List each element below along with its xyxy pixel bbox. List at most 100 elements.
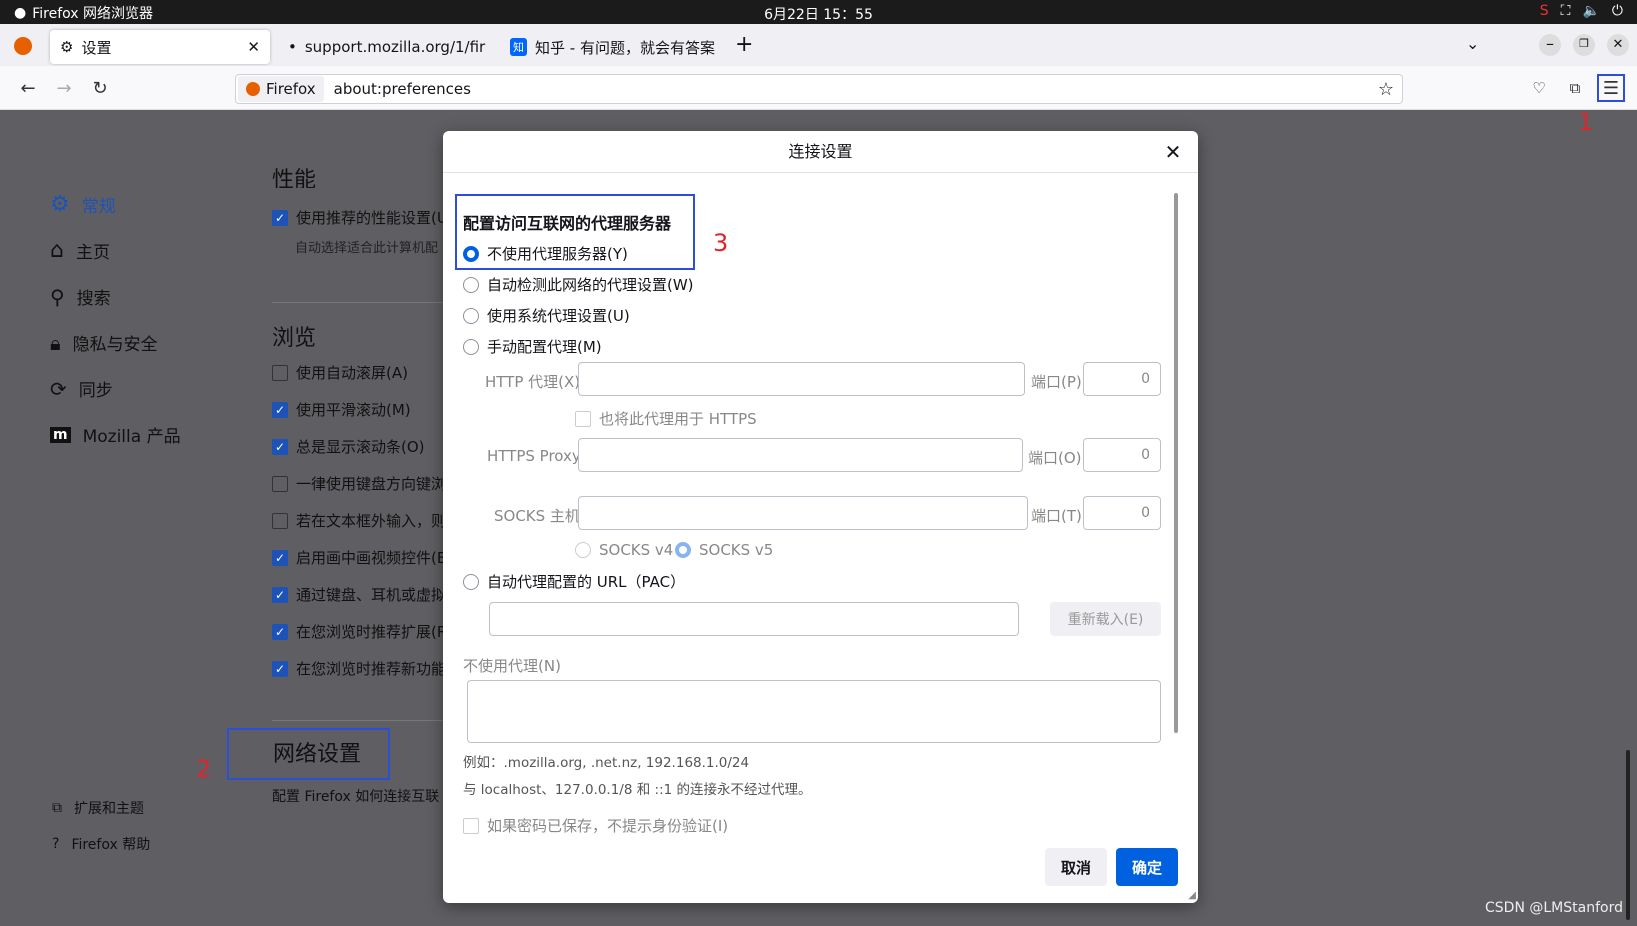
- radio-button: [675, 542, 691, 558]
- connection-settings-dialog: 连接设置 ✕ 3 配置访问互联网的代理服务器 不使用代理服务器(Y) 自动检测此…: [443, 131, 1198, 903]
- gear-icon: ⚙: [60, 38, 74, 56]
- https-proxy-label: HTTPS Proxy: [487, 447, 581, 465]
- https-port-input[interactable]: 0: [1083, 438, 1161, 472]
- sidebar-item-label: 扩展和主题: [74, 801, 144, 817]
- resize-grip-icon[interactable]: ◢: [1188, 890, 1196, 901]
- restore-button[interactable]: ❐: [1573, 34, 1595, 56]
- radio-system-proxy[interactable]: 使用系统代理设置(U): [463, 305, 630, 326]
- extensions-icon[interactable]: ⧉: [1561, 74, 1589, 102]
- mozilla-icon: m: [50, 426, 71, 443]
- browsing-checkbox[interactable]: ✓ 通过键盘、耳机或虚拟: [272, 584, 446, 605]
- reload-pac-button[interactable]: 重新载入(E): [1050, 602, 1161, 636]
- radio-label: 自动检测此网络的代理设置(W): [487, 276, 694, 294]
- tab-label: 设置: [81, 38, 112, 57]
- no-proxy-textarea[interactable]: [467, 680, 1161, 743]
- url-text[interactable]: about:preferences: [334, 80, 471, 98]
- socks-port-input[interactable]: 0: [1083, 496, 1161, 530]
- checkbox-label: 也将此代理用于 HTTPS: [599, 410, 757, 428]
- tab-label: 知乎 - 有问题，就会有答案: [535, 38, 715, 57]
- checkbox-box: [272, 512, 288, 529]
- system-top-bar: ● Firefox 网络浏览器 6月22日 15：55 S ⛶ 🔈 ⏻: [0, 0, 1637, 24]
- bookmark-star-icon[interactable]: ☆: [1378, 79, 1394, 100]
- checkbox-box: ✓: [272, 438, 288, 455]
- zhihu-icon: 知: [510, 38, 527, 56]
- dialog-title: 连接设置: [443, 131, 1198, 173]
- sidebar-item-label: 常规: [81, 197, 116, 217]
- tab-close-icon[interactable]: ✕: [247, 38, 260, 56]
- watermark: CSDN @LMStanford: [1485, 900, 1623, 916]
- dialog-scrollbar[interactable]: [1174, 193, 1178, 733]
- no-auth-prompt-checkbox[interactable]: 如果密码已保存，不提示身份验证(I): [463, 815, 728, 836]
- tab-support[interactable]: • support.mozilla.org/1/fir: [278, 30, 498, 64]
- sidebar-item-addons[interactable]: ⧉ 扩展和主题: [52, 798, 144, 818]
- http-proxy-input[interactable]: [578, 362, 1025, 396]
- radio-socks-v5[interactable]: SOCKS v5: [675, 541, 773, 559]
- https-proxy-input[interactable]: [578, 438, 1023, 472]
- sidebar-item-search[interactable]: ⚲ 搜索: [50, 284, 111, 310]
- network-icon[interactable]: ⛶: [1561, 3, 1571, 19]
- no-proxy-label: 不使用代理(N): [463, 657, 561, 675]
- ok-button[interactable]: 确定: [1116, 848, 1178, 886]
- system-tray[interactable]: S ⛶ 🔈 ⏻: [1540, 3, 1623, 19]
- browsing-checkbox[interactable]: ✓ 总是显示滚动条(O): [272, 436, 425, 457]
- checkbox-box: ✓: [272, 623, 288, 640]
- navigation-bar: ← → ↻ Firefox about:preferences ☆ ♡ ⧉ ☰: [0, 66, 1637, 110]
- sidebar-item-general[interactable]: ⚙ 常规: [50, 192, 116, 217]
- sidebar-item-sync[interactable]: ⟳ 同步: [50, 376, 113, 402]
- pac-url-input[interactable]: [489, 602, 1019, 636]
- minimize-button[interactable]: –: [1539, 34, 1561, 56]
- browsing-checkbox[interactable]: 一律使用键盘方向键浏: [272, 473, 446, 494]
- sidebar-item-home[interactable]: ⌂ 主页: [50, 238, 110, 263]
- radio-auto-detect[interactable]: 自动检测此网络的代理设置(W): [463, 274, 694, 295]
- new-tab-button[interactable]: +: [735, 32, 753, 57]
- radio-label: SOCKS v5: [699, 541, 774, 559]
- sidebar-item-privacy[interactable]: 🔒︎ 隐私与安全: [50, 330, 158, 356]
- input-method-icon[interactable]: S: [1540, 3, 1549, 19]
- identity-label: Firefox: [266, 80, 316, 98]
- power-icon[interactable]: ⏻: [1612, 3, 1623, 19]
- radio-button: [463, 245, 479, 262]
- url-bar[interactable]: Firefox about:preferences ☆: [235, 74, 1403, 104]
- pocket-icon[interactable]: ♡: [1525, 74, 1553, 102]
- volume-icon[interactable]: 🔈: [1582, 3, 1599, 19]
- checkbox-box: [272, 475, 288, 492]
- list-all-tabs-icon[interactable]: ⌄: [1466, 34, 1479, 53]
- identity-box[interactable]: Firefox: [238, 76, 324, 102]
- perf-recommended-checkbox[interactable]: ✓ 使用推荐的性能设置(U: [272, 207, 448, 228]
- radio-manual-proxy[interactable]: 手动配置代理(M): [463, 336, 602, 357]
- socks-host-input[interactable]: [578, 496, 1028, 530]
- radio-socks-v4[interactable]: SOCKS v4: [575, 541, 673, 559]
- browsing-checkbox[interactable]: 使用自动滚屏(A): [272, 362, 408, 383]
- checkbox-label: 通过键盘、耳机或虚拟: [296, 586, 447, 604]
- checkbox-label: 使用自动滚屏(A): [296, 364, 408, 382]
- proxy-section-heading: 配置访问互联网的代理服务器: [463, 214, 672, 233]
- http-port-input[interactable]: 0: [1083, 362, 1161, 396]
- back-button[interactable]: ←: [14, 74, 42, 102]
- dialog-close-button[interactable]: ✕: [1158, 137, 1188, 167]
- system-clock[interactable]: 6月22日 15：55: [0, 4, 1637, 24]
- https-also-checkbox[interactable]: 也将此代理用于 HTTPS: [575, 408, 757, 429]
- tab-settings[interactable]: ⚙ 设置 ✕: [50, 30, 270, 64]
- tab-zhihu[interactable]: 知 知乎 - 有问题，就会有答案 ✕: [500, 30, 720, 64]
- cancel-button[interactable]: 取消: [1045, 848, 1107, 886]
- sidebar-item-mozilla-products[interactable]: m Mozilla 产品: [50, 422, 181, 447]
- reload-button[interactable]: ↻: [86, 74, 114, 102]
- sidebar-item-help[interactable]: ? Firefox 帮助: [52, 834, 150, 854]
- app-menu-button[interactable]: ☰: [1597, 74, 1625, 102]
- browsing-checkbox[interactable]: ✓ 启用画中画视频控件(E: [272, 547, 446, 568]
- browsing-checkbox[interactable]: 若在文本框外输入，则: [272, 510, 446, 531]
- radio-no-proxy[interactable]: 不使用代理服务器(Y): [463, 243, 628, 264]
- browsing-checkbox[interactable]: ✓ 在您浏览时推荐新功能: [272, 658, 446, 679]
- http-port-label: 端口(P): [1031, 373, 1082, 391]
- checkbox-label: 启用画中画视频控件(E: [296, 549, 447, 567]
- browsing-checkbox[interactable]: ✓ 使用平滑滚动(M): [272, 399, 411, 420]
- radio-pac-url[interactable]: 自动代理配置的 URL（PAC）: [463, 571, 685, 592]
- radio-button: [575, 542, 591, 558]
- firefox-view-icon[interactable]: [14, 37, 32, 55]
- page-scrollbar[interactable]: [1626, 750, 1630, 920]
- close-window-button[interactable]: ✕: [1607, 34, 1629, 56]
- forward-button[interactable]: →: [50, 74, 78, 102]
- browsing-checkbox[interactable]: ✓ 在您浏览时推荐扩展(R: [272, 621, 447, 642]
- sidebar-item-label: 搜索: [76, 289, 111, 309]
- checkbox-box: ✓: [272, 586, 288, 603]
